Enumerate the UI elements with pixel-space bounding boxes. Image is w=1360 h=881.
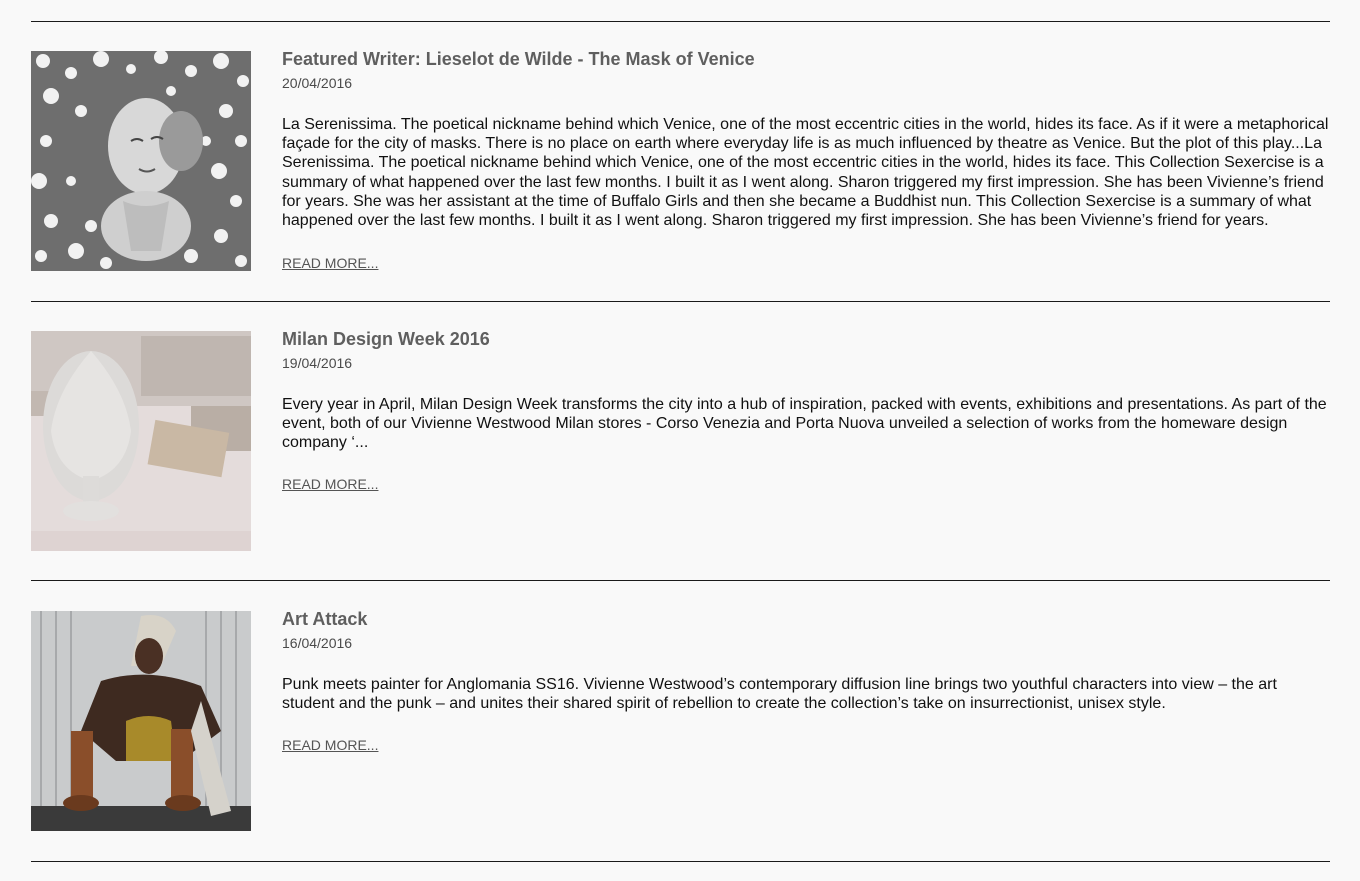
read-more-link[interactable]: READ MORE... (282, 737, 378, 753)
post-thumbnail[interactable] (31, 51, 251, 271)
post-title[interactable]: Milan Design Week 2016 (282, 330, 1330, 348)
marble-sculpture-photo (31, 331, 251, 551)
post-thumbnail[interactable] (31, 331, 251, 551)
divider (31, 21, 1330, 22)
post-title[interactable]: Art Attack (282, 610, 1330, 628)
post-body: Milan Design Week 2016 19/04/2016 Every … (282, 330, 1330, 492)
fashion-model-crouching-photo (31, 611, 251, 831)
post-item: Art Attack 16/04/2016 Punk meets painter… (31, 610, 1330, 833)
post-date: 16/04/2016 (282, 635, 353, 651)
read-more-link[interactable]: READ MORE... (282, 255, 378, 271)
post-item: Featured Writer: Lieselot de Wilde - The… (31, 50, 1330, 273)
post-date: 20/04/2016 (282, 75, 353, 91)
post-date: 19/04/2016 (282, 355, 353, 371)
post-body: Featured Writer: Lieselot de Wilde - The… (282, 50, 1330, 271)
post-item: Milan Design Week 2016 19/04/2016 Every … (31, 330, 1330, 553)
post-thumbnail[interactable] (31, 611, 251, 831)
divider (31, 580, 1330, 581)
post-title[interactable]: Featured Writer: Lieselot de Wilde - The… (282, 50, 1330, 68)
post-body: Art Attack 16/04/2016 Punk meets painter… (282, 610, 1330, 753)
divider (31, 861, 1330, 862)
woman-lying-in-flowers-photo (31, 51, 251, 271)
post-excerpt: La Serenissima. The poetical nickname be… (282, 116, 1329, 230)
post-excerpt: Punk meets painter for Anglomania SS16. … (282, 676, 1277, 713)
post-excerpt: Every year in April, Milan Design Week t… (282, 396, 1327, 452)
read-more-link[interactable]: READ MORE... (282, 476, 378, 492)
divider (31, 301, 1330, 302)
